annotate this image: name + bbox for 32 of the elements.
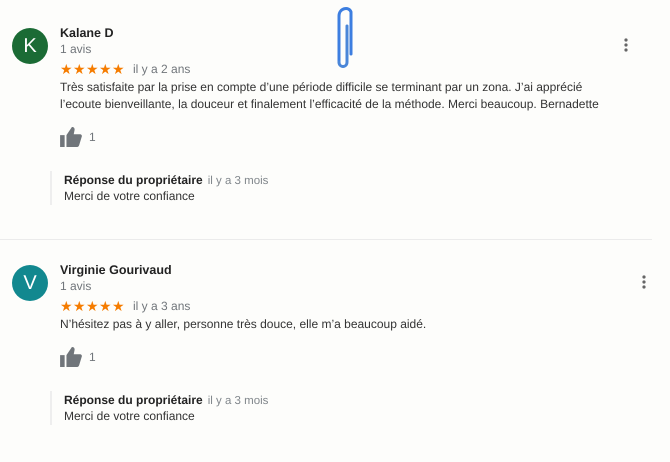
star-icon: ★: [73, 299, 86, 313]
thumbs-up-icon[interactable]: [60, 127, 82, 147]
star-icon: ★: [60, 299, 73, 313]
more-icon: [642, 275, 646, 289]
reply-text: Merci de votre confiance: [64, 189, 196, 203]
reviewer-name: Kalane D: [60, 26, 114, 41]
avatar: K: [12, 28, 48, 64]
reply-time: il y a 3 mois: [208, 175, 268, 187]
review-count: 1 avis: [60, 41, 92, 57]
thumbs-up-icon[interactable]: [60, 347, 82, 367]
reply-label: Réponse du propriétaire: [64, 393, 203, 407]
review-text: N’hésitez pas à y aller, personne très douce, elle m’a beaucoup aidé.: [60, 316, 428, 333]
star-icon: ★: [112, 299, 125, 313]
like-count: 1: [89, 130, 96, 144]
like-count: 1: [89, 350, 96, 364]
star-icon: ★: [99, 299, 112, 313]
review-count: 1 avis: [60, 278, 92, 294]
reviewer-name: Virginie Gourivaud: [60, 263, 172, 278]
reply-time: il y a 3 mois: [208, 395, 268, 407]
star-icon: ★: [86, 299, 99, 313]
more-icon: [624, 38, 628, 52]
reply-label: Réponse du propriétaire: [64, 173, 203, 187]
reply-text: Merci de votre confiance: [64, 409, 196, 423]
avatar: V: [12, 265, 48, 301]
review-time: il y a 2 ans: [133, 61, 190, 77]
star-icon: ★: [73, 62, 86, 76]
star-icon: ★: [99, 62, 112, 76]
review-text: Très satisfaite par la prise en compte d’une période difficile se terminant par un zona. J’ai apprécié l’ecoute bienveillante, la douceur et finalement l’efficacité de la méthode. Merci beaucoup. Bernadette: [60, 79, 600, 113]
star-icon: ★: [112, 62, 125, 76]
star-icon: ★: [86, 62, 99, 76]
star-icon: ★: [60, 62, 73, 76]
review-time: il y a 3 ans: [133, 298, 190, 314]
